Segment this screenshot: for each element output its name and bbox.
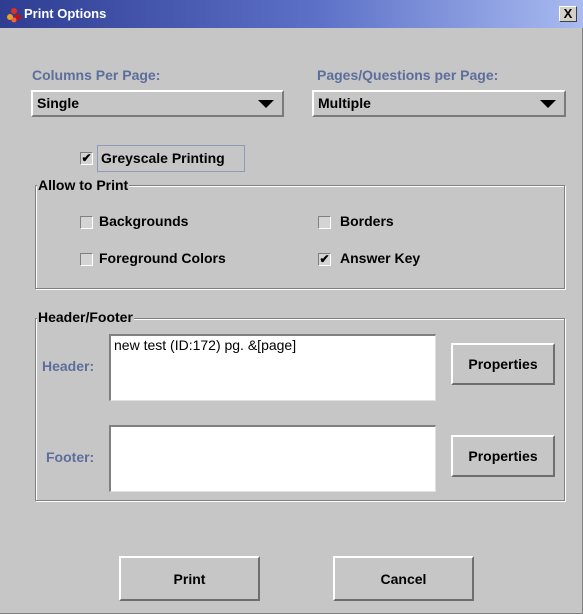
header-textarea[interactable]: new test (ID:172) pg. &[page]	[109, 334, 436, 401]
borders-label[interactable]: Borders	[340, 213, 394, 229]
chevron-down-icon	[258, 100, 274, 108]
columns-per-page-value: Single	[37, 95, 80, 111]
checkmark-icon: ✔	[319, 252, 330, 266]
pages-per-page-dropdown[interactable]: Multiple	[312, 90, 566, 117]
window-title: Print Options	[24, 6, 107, 21]
footer-textarea[interactable]	[109, 425, 436, 492]
footer-label: Footer:	[46, 449, 95, 465]
header-properties-button[interactable]: Properties	[451, 343, 555, 385]
close-icon: X	[563, 6, 573, 21]
greyscale-label[interactable]: Greyscale Printing	[101, 150, 225, 166]
footer-properties-button[interactable]: Properties	[451, 435, 555, 477]
borders-checkbox[interactable]	[318, 216, 331, 229]
foreground-colors-checkbox[interactable]	[80, 253, 93, 266]
print-button[interactable]: Print	[119, 556, 260, 601]
foreground-colors-label[interactable]: Foreground Colors	[99, 250, 226, 266]
greyscale-checkbox[interactable]: ✔	[80, 152, 93, 165]
close-button[interactable]: X	[559, 6, 577, 22]
cancel-button[interactable]: Cancel	[333, 556, 474, 601]
title-bar[interactable]: Print Options X	[0, 0, 583, 28]
pages-per-page-label: Pages/Questions per Page:	[317, 67, 499, 83]
answer-key-checkbox[interactable]: ✔	[318, 253, 331, 266]
print-options-dialog: Print Options X Columns Per Page: Single…	[0, 0, 583, 614]
header-label: Header:	[42, 358, 95, 374]
allow-to-print-title: Allow to Print	[37, 177, 130, 193]
answer-key-label[interactable]: Answer Key	[340, 250, 420, 266]
header-footer-title: Header/Footer	[37, 309, 134, 325]
backgrounds-checkbox[interactable]	[80, 216, 93, 229]
backgrounds-label[interactable]: Backgrounds	[99, 213, 188, 229]
columns-per-page-label: Columns Per Page:	[32, 67, 161, 83]
columns-per-page-dropdown[interactable]: Single	[31, 90, 284, 117]
pages-per-page-value: Multiple	[318, 95, 371, 111]
checkmark-icon: ✔	[81, 151, 92, 165]
app-icon	[7, 8, 21, 23]
chevron-down-icon	[540, 100, 556, 108]
allow-to-print-group	[35, 185, 565, 289]
